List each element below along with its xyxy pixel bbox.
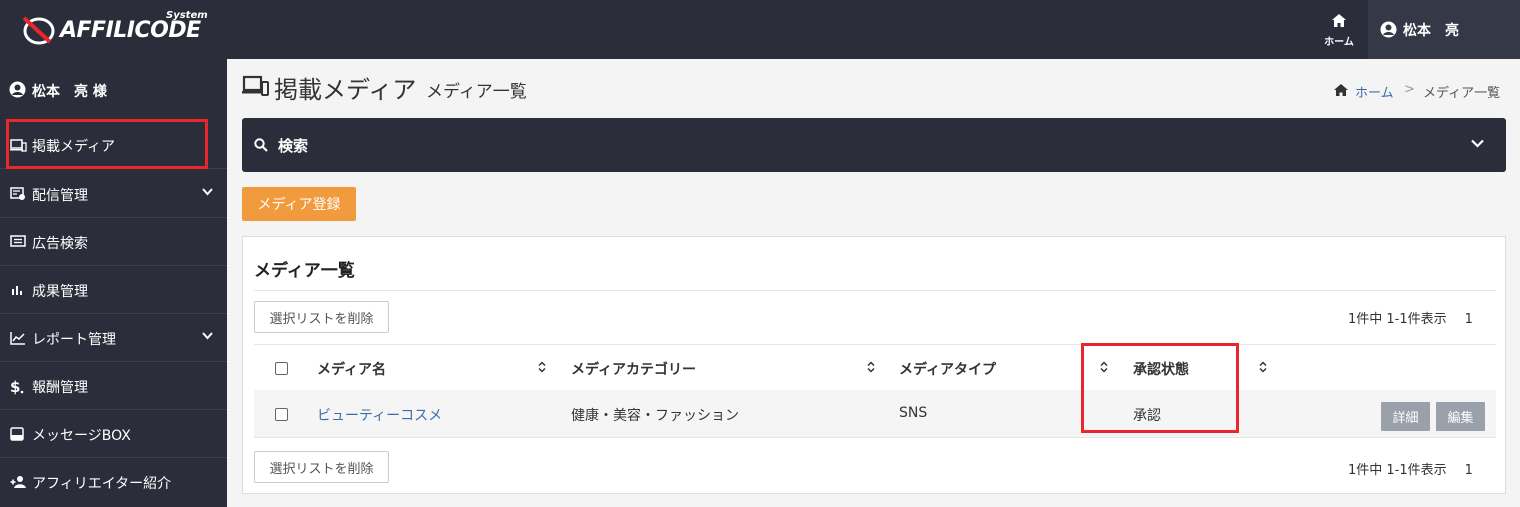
media-list-card: メディア一覧 選択リストを削除 1件中 1-1件表示 1 メディア名 メディアカテ… xyxy=(242,236,1506,494)
breadcrumb-current: メディア一覧 xyxy=(1423,86,1501,101)
search-icon xyxy=(254,138,268,152)
chevron-down-icon xyxy=(202,188,213,196)
sidebar-item-label: 報酬管理 xyxy=(32,380,88,396)
media-name-link[interactable]: ビューティーコスメ xyxy=(317,405,442,425)
header-home-link[interactable]: ホーム xyxy=(1310,0,1368,59)
table-header: メディア名 メディアカテゴリー メディアタイプ 承認状態 xyxy=(254,344,1496,390)
pagination-info: 1件中 1-1件表示 xyxy=(1348,463,1447,478)
header-user-menu[interactable]: 松本 亮 xyxy=(1368,0,1520,59)
media-type: SNS xyxy=(899,405,928,421)
sidebar-item-delivery[interactable]: 配信管理 xyxy=(0,170,227,218)
search-panel-label: 検索 xyxy=(278,137,309,155)
logo-badge: System xyxy=(166,10,208,21)
user-circle-icon xyxy=(1380,21,1397,38)
sidebar-user: 松本 亮 様 xyxy=(0,59,227,119)
sidebar-item-label: 配信管理 xyxy=(32,188,88,204)
sidebar-item-results[interactable]: 成果管理 xyxy=(0,266,227,314)
sort-icon[interactable] xyxy=(538,361,546,373)
table-row: ビューティーコスメ 健康・美容・ファッション SNS 承認 詳細 編集 xyxy=(254,390,1496,438)
ad-list-icon xyxy=(10,235,26,247)
column-header-type[interactable]: メディアタイプ xyxy=(899,359,996,379)
line-chart-icon xyxy=(10,332,25,345)
sidebar-item-reports[interactable]: レポート管理 xyxy=(0,314,227,362)
pagination-info: 1件中 1-1件表示 xyxy=(1348,312,1447,327)
sidebar-item-label: アフィリエイター紹介 xyxy=(32,476,172,492)
page-number-link[interactable]: 1 xyxy=(1465,463,1473,478)
delivery-icon xyxy=(10,187,25,200)
highlight-box-approval-status xyxy=(1081,343,1239,433)
edit-button[interactable]: 編集 xyxy=(1436,402,1485,431)
sidebar-item-label: メッセージBOX xyxy=(32,428,131,444)
breadcrumb-home-link[interactable]: ホーム xyxy=(1355,82,1394,101)
highlight-box-sidebar-media xyxy=(6,119,208,169)
detail-button[interactable]: 詳細 xyxy=(1381,402,1430,431)
delete-selected-button-bottom[interactable]: 選択リストを削除 xyxy=(254,451,389,483)
sidebar-item-label: 広告検索 xyxy=(32,236,88,252)
sidebar-item-label: レポート管理 xyxy=(32,332,116,348)
home-icon xyxy=(1334,84,1348,96)
delete-selected-button-top[interactable]: 選択リストを削除 xyxy=(254,301,389,333)
inbox-icon xyxy=(10,427,24,441)
column-header-category[interactable]: メディアカテゴリー xyxy=(571,359,696,379)
user-circle-icon xyxy=(9,81,26,98)
media-category: 健康・美容・ファッション xyxy=(571,408,739,424)
page-number-link[interactable]: 1 xyxy=(1465,312,1473,327)
sidebar-item-referral[interactable]: アフィリエイター紹介 xyxy=(0,458,227,506)
user-plus-icon xyxy=(10,476,26,488)
card-title: メディア一覧 xyxy=(254,261,355,281)
logo-wordmark: AFFILICODE xyxy=(60,18,201,43)
svg-text:$: $ xyxy=(10,379,20,395)
affilicode-logo[interactable]: AFFILICODE System xyxy=(20,10,210,48)
sidebar-item-ad-search[interactable]: 広告検索 xyxy=(0,218,227,266)
pagination-top: 1件中 1-1件表示 1 xyxy=(1348,308,1473,327)
divider xyxy=(254,290,1496,291)
column-header-media-name[interactable]: メディア名 xyxy=(317,359,386,379)
chevron-down-icon xyxy=(1471,139,1484,148)
row-select-checkbox[interactable] xyxy=(275,408,288,421)
sidebar-item-rewards[interactable]: $ 報酬管理 xyxy=(0,362,227,410)
top-header: AFFILICODE System ホーム 松本 亮 xyxy=(0,0,1520,59)
sidebar-user-name: 松本 亮 様 xyxy=(32,84,107,100)
sidebar-item-label: 成果管理 xyxy=(32,284,88,300)
media-icon xyxy=(242,75,269,96)
sort-icon[interactable] xyxy=(1259,361,1267,373)
breadcrumb-separator: > xyxy=(1404,82,1415,97)
sort-icon[interactable] xyxy=(867,361,875,373)
sidebar-item-message-box[interactable]: メッセージBOX xyxy=(0,410,227,458)
page-title: 掲載メディア xyxy=(274,76,417,104)
page-subtitle: メディア一覧 xyxy=(426,82,527,102)
home-icon xyxy=(1332,14,1346,27)
bar-chart-icon xyxy=(12,286,22,295)
header-user-name: 松本 亮 xyxy=(1403,23,1459,39)
search-panel-toggle[interactable]: 検索 xyxy=(242,118,1506,172)
select-all-checkbox[interactable] xyxy=(275,362,288,375)
dollar-icon: $ xyxy=(10,379,24,395)
logo-mark-icon xyxy=(22,16,55,45)
register-media-button[interactable]: メディア登録 xyxy=(242,187,356,221)
chevron-down-icon xyxy=(202,332,213,340)
pagination-bottom: 1件中 1-1件表示 1 xyxy=(1348,459,1473,478)
header-home-label: ホーム xyxy=(1324,37,1354,48)
